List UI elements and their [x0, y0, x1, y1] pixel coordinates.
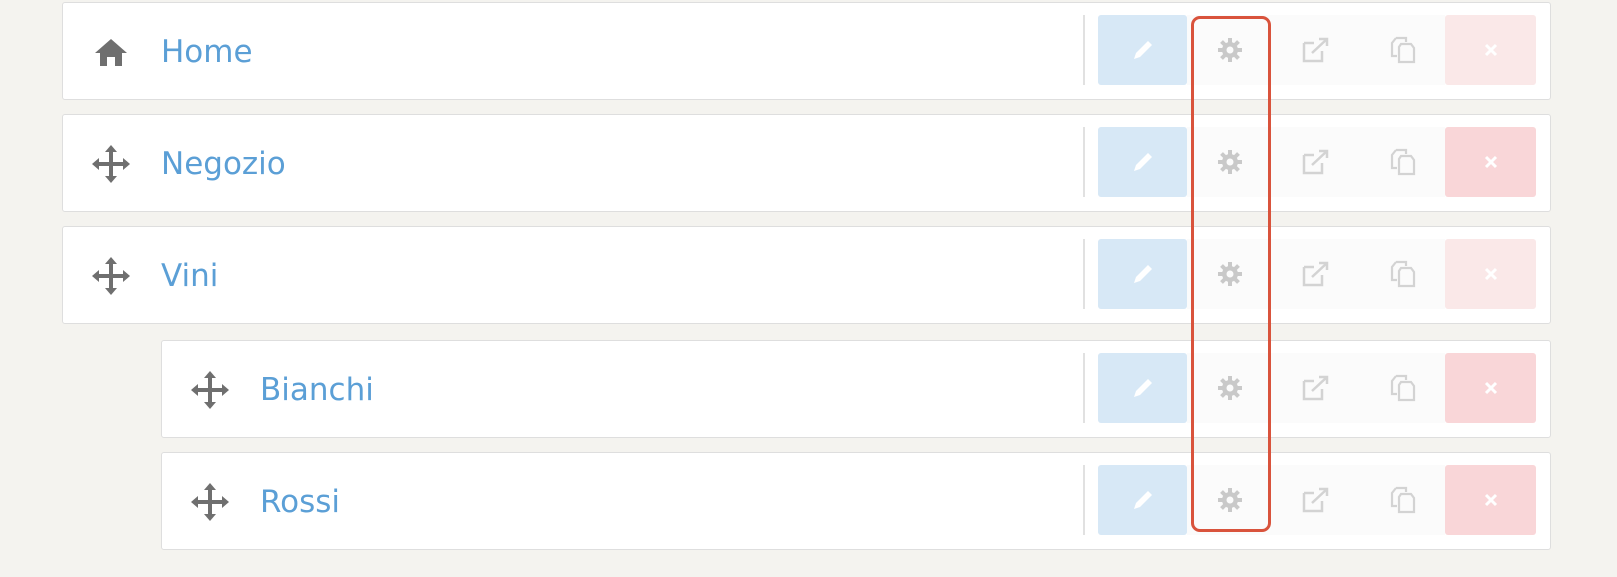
row-actions	[1098, 353, 1536, 423]
page-row-negozio: Negozio	[62, 114, 1551, 212]
delete-button[interactable]	[1445, 15, 1536, 85]
divider	[1083, 127, 1085, 197]
settings-button[interactable]	[1187, 239, 1273, 309]
move-icon[interactable]	[91, 115, 131, 213]
page-title-link[interactable]: Bianchi	[260, 341, 374, 439]
open-page-button[interactable]	[1273, 239, 1359, 309]
settings-button[interactable]	[1187, 465, 1273, 535]
page-title-link[interactable]: Rossi	[260, 453, 340, 551]
edit-button[interactable]	[1098, 353, 1187, 423]
page-row-vini: Vini	[62, 226, 1551, 324]
move-icon[interactable]	[91, 227, 131, 325]
settings-button[interactable]	[1187, 127, 1273, 197]
row-actions	[1098, 15, 1536, 85]
edit-button[interactable]	[1098, 239, 1187, 309]
duplicate-button[interactable]	[1359, 127, 1445, 197]
edit-icon	[1133, 41, 1152, 59]
edit-icon	[1133, 265, 1152, 283]
edit-icon	[1133, 379, 1152, 397]
open-page-button[interactable]	[1273, 353, 1359, 423]
settings-button[interactable]	[1187, 353, 1273, 423]
external-link-icon	[1302, 37, 1329, 63]
home-icon	[91, 3, 131, 101]
duplicate-icon	[1390, 486, 1416, 514]
gear-icon	[1218, 376, 1242, 400]
row-actions	[1098, 127, 1536, 197]
divider	[1083, 239, 1085, 309]
move-icon[interactable]	[190, 341, 230, 439]
page-title-link[interactable]: Vini	[161, 227, 218, 325]
close-icon	[1484, 267, 1497, 281]
divider	[1083, 465, 1085, 535]
page-title-link[interactable]: Home	[161, 3, 253, 101]
page-title-link[interactable]: Negozio	[161, 115, 286, 213]
gear-icon	[1218, 488, 1242, 512]
external-link-icon	[1302, 261, 1329, 287]
duplicate-button[interactable]	[1359, 239, 1445, 309]
page-row-bianchi: Bianchi	[161, 340, 1551, 438]
page-tree: Home Negozio Vini Bianchi Rossi	[0, 0, 1617, 577]
edit-icon	[1133, 153, 1152, 171]
external-link-icon	[1302, 149, 1329, 175]
duplicate-button[interactable]	[1359, 465, 1445, 535]
close-icon	[1484, 155, 1497, 169]
settings-button[interactable]	[1187, 15, 1273, 85]
edit-button[interactable]	[1098, 15, 1187, 85]
duplicate-icon	[1390, 374, 1416, 402]
delete-button[interactable]	[1445, 465, 1536, 535]
move-icon[interactable]	[190, 453, 230, 551]
duplicate-button[interactable]	[1359, 353, 1445, 423]
open-page-button[interactable]	[1273, 127, 1359, 197]
page-row-home: Home	[62, 2, 1551, 100]
row-actions	[1098, 465, 1536, 535]
gear-icon	[1218, 262, 1242, 286]
divider	[1083, 15, 1085, 85]
close-icon	[1484, 381, 1497, 395]
gear-icon	[1218, 38, 1242, 62]
external-link-icon	[1302, 375, 1329, 401]
page-row-rossi: Rossi	[161, 452, 1551, 550]
close-icon	[1484, 493, 1497, 507]
open-page-button[interactable]	[1273, 465, 1359, 535]
row-actions	[1098, 239, 1536, 309]
delete-button[interactable]	[1445, 127, 1536, 197]
close-icon	[1484, 43, 1497, 57]
edit-button[interactable]	[1098, 465, 1187, 535]
edit-button[interactable]	[1098, 127, 1187, 197]
delete-button[interactable]	[1445, 353, 1536, 423]
duplicate-icon	[1390, 260, 1416, 288]
delete-button[interactable]	[1445, 239, 1536, 309]
external-link-icon	[1302, 487, 1329, 513]
open-page-button[interactable]	[1273, 15, 1359, 85]
duplicate-button[interactable]	[1359, 15, 1445, 85]
duplicate-icon	[1390, 148, 1416, 176]
duplicate-icon	[1390, 36, 1416, 64]
divider	[1083, 353, 1085, 423]
edit-icon	[1133, 491, 1152, 509]
gear-icon	[1218, 150, 1242, 174]
